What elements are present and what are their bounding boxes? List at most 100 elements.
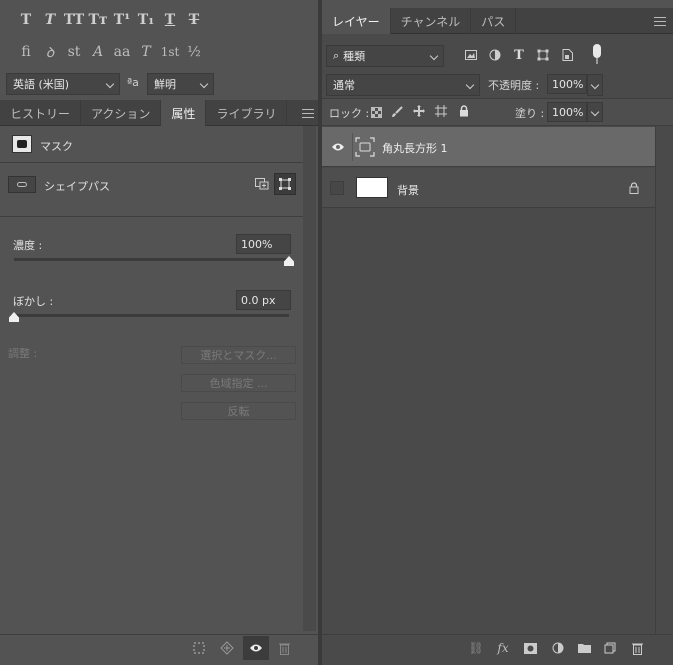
lock-all-icon[interactable] xyxy=(457,104,471,118)
panel-top-strip xyxy=(322,0,673,8)
titling-alternates-button[interactable]: T xyxy=(134,42,158,62)
tab-actions[interactable]: アクション xyxy=(81,100,162,126)
folder-icon[interactable] xyxy=(575,639,593,657)
stylistic-alternates-button[interactable]: aa xyxy=(110,42,134,62)
underline-button[interactable]: T xyxy=(158,10,182,30)
opacity-dropdown[interactable] xyxy=(587,74,603,96)
lock-position-icon[interactable] xyxy=(412,104,426,118)
layer-filter-value: 種類 xyxy=(343,50,366,63)
filter-toggle-stem xyxy=(596,58,598,64)
lock-label: ロック : xyxy=(329,107,370,120)
feather-label: ぼかし : xyxy=(13,295,54,308)
fractions-button[interactable]: ½ xyxy=(182,42,206,62)
tab-history[interactable]: ヒストリー xyxy=(0,100,82,126)
shape-layer-thumbnail-icon xyxy=(354,136,376,158)
feather-slider[interactable] xyxy=(14,314,289,317)
lock-icon[interactable] xyxy=(628,181,640,195)
feather-input[interactable]: 0.0 px xyxy=(236,290,291,310)
visibility-box[interactable] xyxy=(330,181,344,195)
invert-button[interactable]: 反転 xyxy=(181,402,296,420)
fx-icon[interactable]: fx xyxy=(494,639,512,657)
divider xyxy=(0,216,303,217)
add-pixel-mask-icon[interactable] xyxy=(252,175,272,193)
opacity-input[interactable]: 100% xyxy=(547,74,587,94)
filter-adjustment-icon[interactable] xyxy=(487,47,503,63)
chevron-down-icon xyxy=(429,51,439,61)
eye-icon[interactable] xyxy=(247,639,265,657)
layer-thumbnail xyxy=(356,177,388,198)
shape-path-label: シェイプパス xyxy=(44,180,110,193)
old-style-button[interactable]: ꝺ xyxy=(38,42,62,62)
left-scrollbar[interactable] xyxy=(303,126,316,631)
filter-shape-icon[interactable] xyxy=(535,47,551,63)
tab-properties[interactable]: 属性 xyxy=(161,100,207,126)
ligature-button[interactable]: fi xyxy=(14,42,38,62)
panel-menu-icon[interactable] xyxy=(302,109,314,118)
strikethrough-button[interactable]: T xyxy=(182,10,206,30)
fill-dropdown[interactable] xyxy=(587,102,603,122)
divider xyxy=(0,162,303,163)
ordinals-button[interactable]: 1st xyxy=(158,42,182,62)
density-slider[interactable] xyxy=(14,258,289,261)
blend-mode-value: 通常 xyxy=(333,79,355,92)
filter-smart-object-icon[interactable] xyxy=(559,47,575,63)
faux-italic-button[interactable]: T xyxy=(38,10,62,30)
vector-mask-icon[interactable] xyxy=(8,176,36,193)
filter-pixel-icon[interactable] xyxy=(463,47,479,63)
density-input[interactable]: 100% xyxy=(236,234,291,254)
eye-icon[interactable] xyxy=(330,140,346,154)
antialias-select-value: 鮮明 xyxy=(154,78,176,91)
chevron-down-icon xyxy=(199,79,209,89)
chevron-down-icon xyxy=(590,107,600,117)
layer-filter-select[interactable]: ⌕ 種類 xyxy=(326,45,444,67)
chevron-down-icon xyxy=(105,79,115,89)
swash-button[interactable]: A xyxy=(86,42,110,62)
adjustment-layer-icon[interactable] xyxy=(549,639,567,657)
chevron-down-icon xyxy=(465,80,475,90)
tab-libraries[interactable]: ライブラリ xyxy=(206,100,288,126)
all-caps-button[interactable]: TT xyxy=(62,10,86,30)
lock-image-pixels-icon[interactable] xyxy=(390,105,404,119)
row-divider xyxy=(352,133,353,161)
small-caps-button[interactable]: Tт xyxy=(86,10,110,30)
blend-mode-select[interactable]: 通常 xyxy=(326,74,480,96)
mask-label: マスク xyxy=(40,140,73,153)
faux-bold-button[interactable]: T xyxy=(14,10,38,30)
panel-menu-icon[interactable] xyxy=(654,17,666,26)
tab-paths[interactable]: パス xyxy=(471,8,517,34)
opentype-row: fi ꝺ st A aa T 1st ½ xyxy=(14,42,206,62)
color-range-button[interactable]: 色域指定 ... xyxy=(181,374,296,392)
new-layer-icon[interactable] xyxy=(601,639,619,657)
adjust-label: 調整 : xyxy=(8,347,38,360)
link-layers-icon[interactable]: ⛓ xyxy=(467,639,485,657)
superscript-button[interactable]: T¹ xyxy=(110,10,134,30)
vector-mask-mode-icon[interactable] xyxy=(274,173,296,195)
apply-mask-icon[interactable] xyxy=(218,639,236,657)
fill-input[interactable]: 100% xyxy=(547,102,587,122)
add-mask-icon[interactable] xyxy=(521,639,539,657)
filter-type-icon[interactable]: T xyxy=(511,47,527,63)
type-style-row: T T TT Tт T¹ T₁ T T xyxy=(14,10,206,30)
load-selection-icon[interactable] xyxy=(190,639,208,657)
discretionary-ligature-button[interactable]: st xyxy=(62,42,86,62)
antialias-icon: ªa xyxy=(127,76,139,89)
layer-name[interactable]: 背景 xyxy=(397,182,419,198)
tab-channels[interactable]: チャンネル xyxy=(391,8,472,34)
tab-layers[interactable]: レイヤー xyxy=(322,8,391,34)
layer-row-background[interactable]: 背景 xyxy=(322,168,655,208)
language-select[interactable]: 英語 (米国) xyxy=(6,73,120,95)
trash-icon[interactable] xyxy=(628,639,646,657)
layer-name[interactable]: 角丸長方形 1 xyxy=(382,140,448,156)
trash-icon[interactable] xyxy=(275,639,293,657)
layers-scrollbar[interactable] xyxy=(655,126,673,634)
antialias-select[interactable]: 鮮明 xyxy=(147,73,214,95)
divider xyxy=(0,634,318,635)
filter-toggle-switch[interactable] xyxy=(593,44,601,58)
language-select-value: 英語 (米国) xyxy=(13,78,70,91)
layer-row-rounded-rectangle[interactable]: 角丸長方形 1 xyxy=(322,127,655,167)
mask-icon xyxy=(12,135,32,153)
select-and-mask-button[interactable]: 選択とマスク... xyxy=(181,346,296,364)
lock-transparent-pixels-icon[interactable] xyxy=(369,105,383,119)
subscript-button[interactable]: T₁ xyxy=(134,10,158,30)
lock-artboard-icon[interactable] xyxy=(434,104,448,118)
